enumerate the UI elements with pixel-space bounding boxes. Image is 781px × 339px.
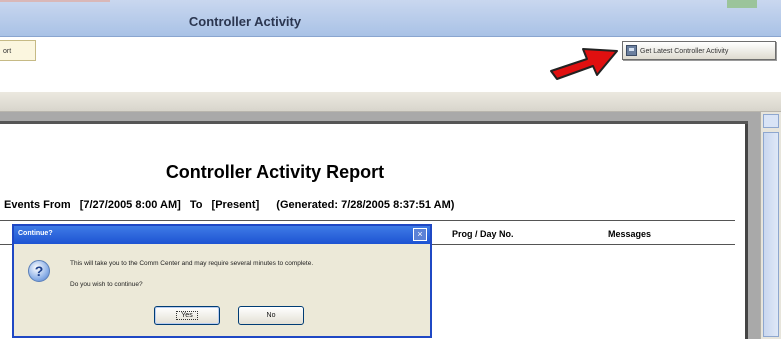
dialog-question: Do you wish to continue? [70, 281, 143, 288]
report-range: Events From [7/27/2005 8:00 AM] To [Pres… [4, 199, 460, 211]
get-latest-label: Get Latest Controller Activity [640, 48, 729, 55]
callout-arrow-icon [550, 48, 618, 80]
report-toolbar-strip [0, 92, 781, 112]
scroll-thumb[interactable] [763, 132, 779, 337]
dialog-message: This will take you to the Comm Center an… [70, 260, 314, 267]
close-icon[interactable]: × [413, 228, 427, 241]
question-icon: ? [28, 260, 50, 282]
column-header-messages: Messages [608, 229, 652, 239]
dialog-titlebar: Continue? × [14, 226, 430, 244]
titlebar-edge [0, 0, 110, 2]
yes-button-label: Yes [176, 311, 198, 320]
window-titlebar: Controller Activity [0, 0, 781, 37]
continue-dialog: Continue? × ? This will take you to the … [12, 224, 432, 338]
report-title: Controller Activity Report [165, 162, 385, 182]
titlebar-edge [727, 0, 757, 8]
dialog-title: Continue? [18, 230, 53, 237]
window-title: Controller Activity [188, 14, 302, 29]
report-button[interactable]: ort [0, 40, 36, 61]
vertical-scrollbar[interactable] [760, 112, 781, 339]
no-button[interactable]: No [238, 306, 304, 325]
generated-timestamp: (Generated: 7/28/2005 8:37:51 AM) [276, 199, 455, 211]
range-to-label: To [189, 199, 203, 211]
column-header-prog-day: Prog / Day No. [452, 229, 514, 239]
range-from: [7/27/2005 8:00 AM] [79, 199, 181, 211]
table-header-rule [0, 220, 735, 221]
scroll-up-button[interactable] [763, 114, 779, 128]
get-latest-controller-activity-button[interactable]: Get Latest Controller Activity [622, 41, 776, 60]
yes-button[interactable]: Yes [154, 306, 220, 325]
controller-icon [626, 45, 637, 56]
range-to: [Present] [211, 199, 260, 211]
range-prefix: Events From [4, 199, 71, 211]
